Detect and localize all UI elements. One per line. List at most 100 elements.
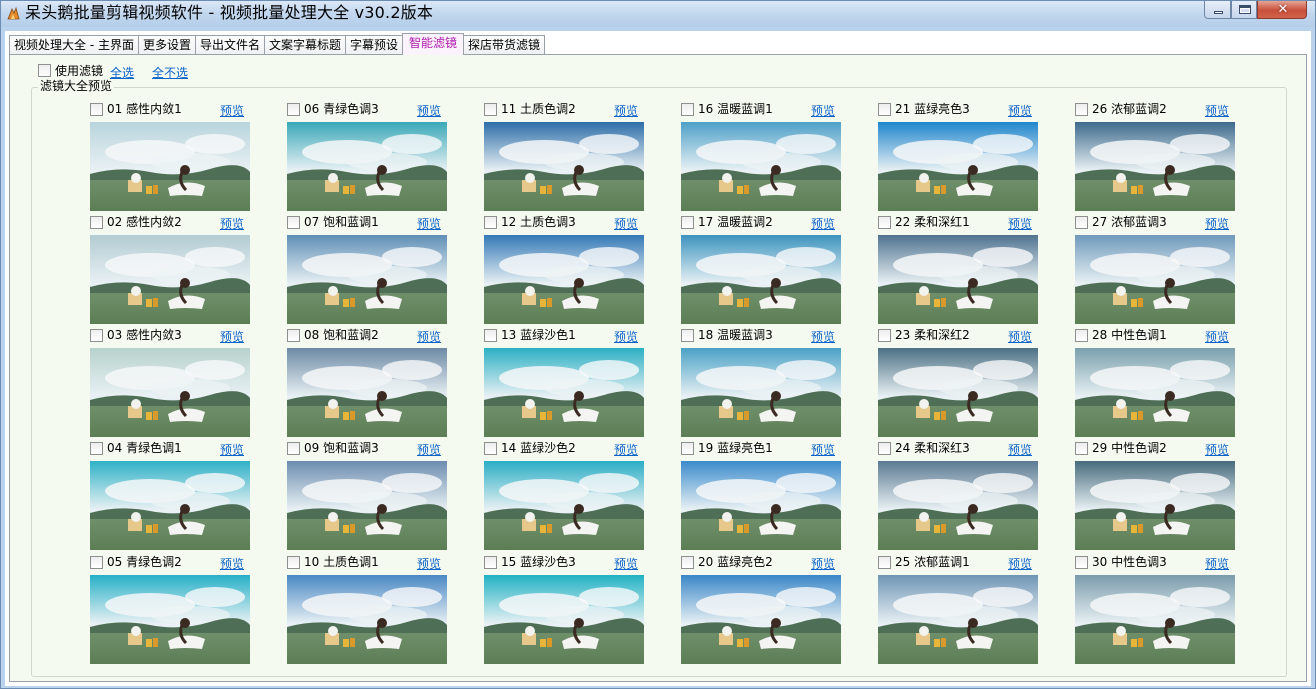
filter-thumbnail[interactable] — [287, 348, 447, 437]
filter-checkbox[interactable] — [287, 442, 300, 455]
filter-checkbox[interactable] — [878, 329, 891, 342]
filter-thumbnail[interactable] — [878, 122, 1038, 211]
filter-checkbox[interactable] — [681, 556, 694, 569]
tab-5[interactable]: 字幕预设 — [345, 35, 404, 55]
use-filter-option[interactable]: 使用滤镜 — [38, 62, 103, 78]
filter-preview-link[interactable]: 预览 — [1008, 330, 1032, 344]
filter-preview-link[interactable]: 预览 — [1008, 443, 1032, 457]
filter-checkbox[interactable] — [484, 556, 497, 569]
filter-checkbox[interactable] — [484, 103, 497, 116]
filter-thumbnail[interactable] — [878, 348, 1038, 437]
filter-preview-link[interactable]: 预览 — [220, 104, 244, 118]
filter-preview-link[interactable]: 预览 — [1008, 557, 1032, 571]
maximize-button[interactable] — [1231, 1, 1257, 19]
filter-checkbox[interactable] — [1075, 216, 1088, 229]
filter-checkbox[interactable] — [90, 442, 103, 455]
filter-checkbox[interactable] — [90, 103, 103, 116]
filter-preview-link[interactable]: 预览 — [1205, 104, 1229, 118]
filter-checkbox[interactable] — [287, 216, 300, 229]
filter-preview-link[interactable]: 预览 — [1205, 330, 1229, 344]
filter-checkbox[interactable] — [1075, 556, 1088, 569]
filter-preview-link[interactable]: 预览 — [811, 443, 835, 457]
filter-checkbox[interactable] — [681, 103, 694, 116]
filter-thumbnail[interactable] — [1075, 122, 1235, 211]
filter-thumbnail[interactable] — [878, 235, 1038, 324]
filter-thumbnail[interactable] — [484, 461, 644, 550]
filter-checkbox[interactable] — [1075, 103, 1088, 116]
filter-preview-link[interactable]: 预览 — [220, 443, 244, 457]
tab-6[interactable]: 智能滤镜 — [402, 33, 465, 55]
filter-preview-link[interactable]: 预览 — [614, 104, 638, 118]
filter-thumbnail[interactable] — [681, 348, 841, 437]
filter-thumbnail[interactable] — [1075, 461, 1235, 550]
filter-thumbnail[interactable] — [90, 235, 250, 324]
minimize-button[interactable] — [1204, 1, 1231, 19]
filter-thumbnail[interactable] — [484, 348, 644, 437]
filter-checkbox[interactable] — [681, 216, 694, 229]
filter-checkbox[interactable] — [287, 103, 300, 116]
filter-thumbnail[interactable] — [287, 461, 447, 550]
filter-preview-link[interactable]: 预览 — [417, 443, 441, 457]
use-filter-checkbox[interactable] — [38, 63, 51, 77]
filter-checkbox[interactable] — [878, 216, 891, 229]
filter-preview-link[interactable]: 预览 — [417, 217, 441, 231]
filter-checkbox[interactable] — [287, 329, 300, 342]
filter-thumbnail[interactable] — [287, 122, 447, 211]
filter-thumbnail[interactable] — [287, 575, 447, 664]
tab-1[interactable]: 视频处理大全 - 主界面 — [9, 35, 139, 55]
filter-preview-link[interactable]: 预览 — [811, 330, 835, 344]
filter-checkbox[interactable] — [287, 556, 300, 569]
filter-thumbnail[interactable] — [90, 348, 250, 437]
filter-preview-link[interactable]: 预览 — [811, 557, 835, 571]
filter-preview-link[interactable]: 预览 — [614, 443, 638, 457]
filter-preview-link[interactable]: 预览 — [1205, 443, 1229, 457]
filter-thumbnail[interactable] — [681, 575, 841, 664]
filter-thumbnail[interactable] — [1075, 348, 1235, 437]
filter-checkbox[interactable] — [484, 442, 497, 455]
filter-preview-link[interactable]: 预览 — [220, 330, 244, 344]
filter-preview-link[interactable]: 预览 — [811, 217, 835, 231]
filter-thumbnail[interactable] — [878, 461, 1038, 550]
filter-checkbox[interactable] — [90, 329, 103, 342]
filter-thumbnail[interactable] — [1075, 235, 1235, 324]
filter-preview-link[interactable]: 预览 — [1205, 217, 1229, 231]
tab-3[interactable]: 导出文件名 — [194, 35, 265, 55]
deselect-all-link[interactable]: 全不选 — [152, 64, 188, 81]
filter-preview-link[interactable]: 预览 — [1205, 557, 1229, 571]
filter-checkbox[interactable] — [484, 216, 497, 229]
filter-checkbox[interactable] — [90, 216, 103, 229]
tab-2[interactable]: 更多设置 — [137, 35, 196, 55]
filter-checkbox[interactable] — [1075, 329, 1088, 342]
filter-thumbnail[interactable] — [878, 575, 1038, 664]
filter-thumbnail[interactable] — [90, 122, 250, 211]
filter-checkbox[interactable] — [878, 556, 891, 569]
filter-preview-link[interactable]: 预览 — [220, 557, 244, 571]
filter-thumbnail[interactable] — [681, 122, 841, 211]
filter-preview-link[interactable]: 预览 — [417, 330, 441, 344]
filter-checkbox[interactable] — [681, 442, 694, 455]
close-button[interactable]: ✕ — [1257, 1, 1307, 19]
tab-7[interactable]: 探店带货滤镜 — [463, 35, 546, 55]
filter-preview-link[interactable]: 预览 — [417, 104, 441, 118]
filter-thumbnail[interactable] — [681, 235, 841, 324]
filter-thumbnail[interactable] — [681, 461, 841, 550]
filter-thumbnail[interactable] — [484, 235, 644, 324]
filter-thumbnail[interactable] — [484, 575, 644, 664]
filter-preview-link[interactable]: 预览 — [1008, 104, 1032, 118]
filter-thumbnail[interactable] — [287, 235, 447, 324]
filter-checkbox[interactable] — [90, 556, 103, 569]
filter-thumbnail[interactable] — [484, 122, 644, 211]
filter-preview-link[interactable]: 预览 — [811, 104, 835, 118]
title-bar[interactable]: 呆头鹅批量剪辑视频软件 - 视频批量处理大全 v30.2版本 ✕ — [1, 1, 1315, 27]
filter-preview-link[interactable]: 预览 — [614, 330, 638, 344]
filter-checkbox[interactable] — [878, 442, 891, 455]
filter-thumbnail[interactable] — [90, 575, 250, 664]
tab-4[interactable]: 文案字幕标题 — [264, 35, 347, 55]
filter-checkbox[interactable] — [1075, 442, 1088, 455]
filter-preview-link[interactable]: 预览 — [220, 217, 244, 231]
filter-checkbox[interactable] — [681, 329, 694, 342]
filter-preview-link[interactable]: 预览 — [417, 557, 441, 571]
filter-checkbox[interactable] — [878, 103, 891, 116]
filter-preview-link[interactable]: 预览 — [1008, 217, 1032, 231]
filter-preview-link[interactable]: 预览 — [614, 217, 638, 231]
